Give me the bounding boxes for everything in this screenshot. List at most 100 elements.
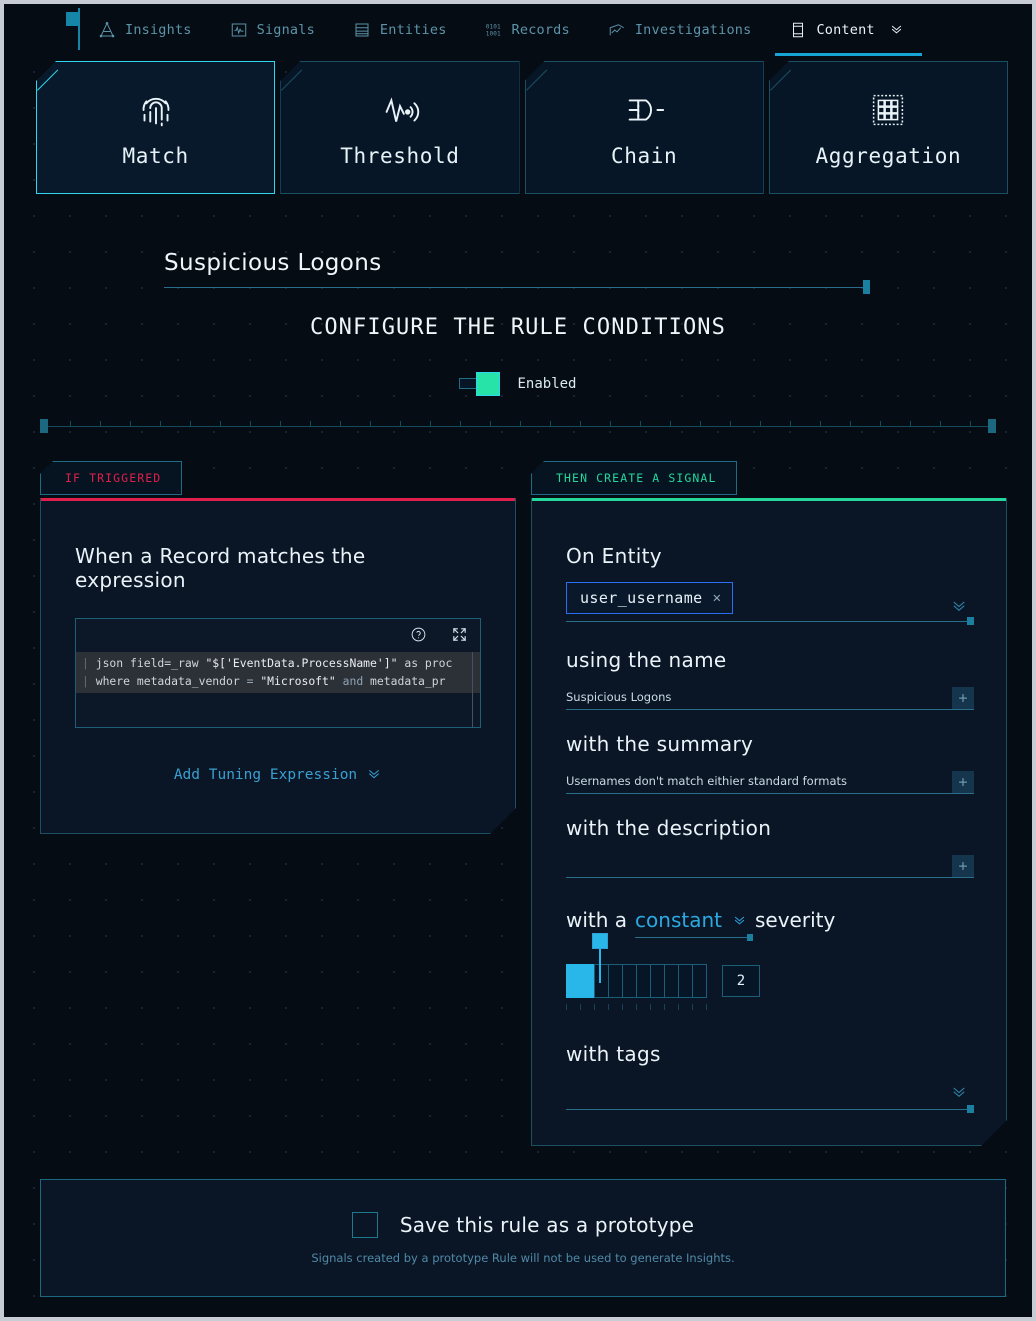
rule-type-cards: Match Threshold Chain Aggregation [36, 61, 1008, 194]
severity-segment[interactable] [566, 964, 581, 998]
nav-label: Investigations [634, 22, 752, 38]
severity-segment[interactable] [636, 964, 651, 998]
nav-label: Entities [379, 22, 447, 38]
entity-chip-value: user_username [580, 589, 703, 607]
signal-description-label: with the description [566, 816, 772, 840]
chevron-down-icon [732, 908, 747, 932]
rule-type-card-chain[interactable]: Chain [524, 61, 764, 194]
editor-toolbar [410, 626, 468, 643]
rule-title-input[interactable]: Suspicious Logons [164, 250, 870, 287]
nav-item-investigations[interactable]: Investigations [606, 4, 754, 56]
active-tab-underline [775, 53, 922, 56]
signal-summary-input[interactable]: Usernames don't match eithier standard f… [566, 764, 974, 794]
nav-label: Records [511, 22, 570, 38]
nav-item-insights[interactable]: Insights [96, 4, 194, 56]
severity-segment[interactable] [650, 964, 665, 998]
panel-accent-bar [41, 498, 515, 501]
prototype-panel: Save this rule as a prototype Signals cr… [40, 1179, 1006, 1297]
signal-summary-label: with the summary [566, 732, 754, 756]
grid-matrix-icon [865, 87, 911, 133]
logic-gate-icon [621, 87, 667, 133]
rule-title-underline [164, 280, 870, 294]
severity-segment[interactable] [608, 964, 623, 998]
close-x-icon[interactable]: ✕ [713, 590, 721, 606]
nav-label: Content [816, 22, 875, 38]
chevron-down-icon[interactable] [889, 21, 904, 40]
signal-tags-input[interactable] [566, 1076, 974, 1116]
nav-label: Insights [125, 22, 192, 38]
then-create-signal-panel: On Entity user_username ✕ using the name… [531, 498, 1007, 1146]
entities-icon [353, 21, 371, 39]
signal-tags-label: with tags [566, 1042, 661, 1066]
nav-item-signals[interactable]: Signals [228, 4, 317, 56]
card-label: Match [122, 144, 189, 168]
severity-field: with a constant severity [566, 908, 974, 938]
expression-editor[interactable]: | json field=_raw "$['EventData.ProcessN… [75, 618, 481, 728]
severity-slider-row: 2 [566, 964, 974, 998]
rule-type-card-aggregation[interactable]: Aggregation [768, 61, 1008, 194]
nav-item-entities[interactable]: Entities [351, 4, 449, 56]
signals-icon [230, 21, 248, 39]
severity-segment[interactable] [664, 964, 679, 998]
fingerprint-icon [133, 87, 179, 133]
severity-slider-ticks [566, 1004, 710, 1010]
severity-value: 2 [736, 973, 746, 989]
chevron-down-icon[interactable] [950, 1082, 968, 1104]
expand-fullscreen-icon[interactable] [451, 626, 468, 643]
rule-type-card-match[interactable]: Match [36, 61, 276, 194]
signal-name-label: using the name [566, 648, 727, 672]
severity-segment[interactable] [622, 964, 637, 998]
severity-mode-select[interactable]: constant [635, 908, 747, 938]
on-entity-label: On Entity [566, 544, 662, 568]
add-tuning-expression-button[interactable]: Add Tuning Expression [75, 765, 481, 785]
expression-code[interactable]: | json field=_raw "$['EventData.ProcessN… [76, 652, 480, 693]
waveform-signal-icon [377, 87, 423, 133]
plus-icon[interactable]: + [952, 855, 974, 877]
code-line: | json field=_raw "$['EventData.ProcessN… [82, 656, 453, 670]
signal-description-field: with the description + [566, 816, 974, 878]
severity-segment[interactable] [692, 964, 707, 998]
severity-suffix: severity [755, 908, 836, 932]
if-triggered-tag: IF TRIGGERED [40, 461, 183, 495]
code-line: | where metadata_vendor = "Microsoft" an… [82, 674, 446, 688]
severity-value-box[interactable]: 2 [722, 965, 760, 997]
nav-items: Insights Signals Entities 0101 1001 Reco… [96, 4, 922, 56]
content-icon [789, 21, 807, 39]
severity-segment[interactable] [678, 964, 693, 998]
plus-icon[interactable]: + [952, 771, 974, 793]
signal-summary-value: Usernames don't match eithier standard f… [566, 774, 847, 788]
entity-chip[interactable]: user_username ✕ [566, 582, 733, 614]
section-divider [40, 419, 996, 433]
severity-segment[interactable] [580, 964, 595, 998]
if-triggered-label: IF TRIGGERED [65, 471, 162, 485]
severity-slider[interactable] [566, 964, 706, 998]
rule-type-card-threshold[interactable]: Threshold [280, 61, 520, 194]
chevron-down-icon[interactable] [950, 596, 968, 618]
if-panel-heading: When a Record matches the expression [75, 544, 366, 592]
plus-icon[interactable]: + [952, 687, 974, 709]
prototype-checkbox[interactable] [351, 1211, 378, 1238]
card-label: Chain [611, 144, 678, 168]
severity-slider-handle[interactable] [592, 933, 608, 949]
severity-segment[interactable] [594, 964, 609, 998]
card-label: Threshold [340, 144, 460, 168]
editor-scroll-indicator[interactable] [472, 652, 473, 728]
svg-text:0101: 0101 [485, 24, 500, 31]
nav-item-records[interactable]: 0101 1001 Records [483, 4, 572, 56]
signal-name-input[interactable]: Suspicious Logons + [566, 680, 974, 710]
signal-description-input[interactable]: + [566, 848, 974, 878]
panel-accent-bar [532, 498, 1006, 501]
nav-item-content[interactable]: Content [775, 4, 922, 56]
enabled-toggle[interactable] [459, 372, 505, 396]
signal-tags-field: with tags [566, 1042, 974, 1116]
then-create-signal-tag: THEN CREATE A SIGNAL [531, 461, 738, 495]
prototype-note: Signals created by a prototype Rule will… [311, 1250, 735, 1265]
on-entity-field: On Entity user_username ✕ [566, 544, 974, 630]
insights-icon [98, 21, 116, 39]
if-triggered-panel: When a Record matches the expression | j… [40, 498, 516, 834]
enabled-toggle-row: Enabled [4, 372, 1032, 396]
investigations-icon [608, 21, 626, 39]
signal-summary-field: with the summary Usernames don't match e… [566, 732, 974, 794]
help-circle-icon[interactable] [410, 626, 427, 643]
svg-text:1001: 1001 [485, 30, 500, 37]
